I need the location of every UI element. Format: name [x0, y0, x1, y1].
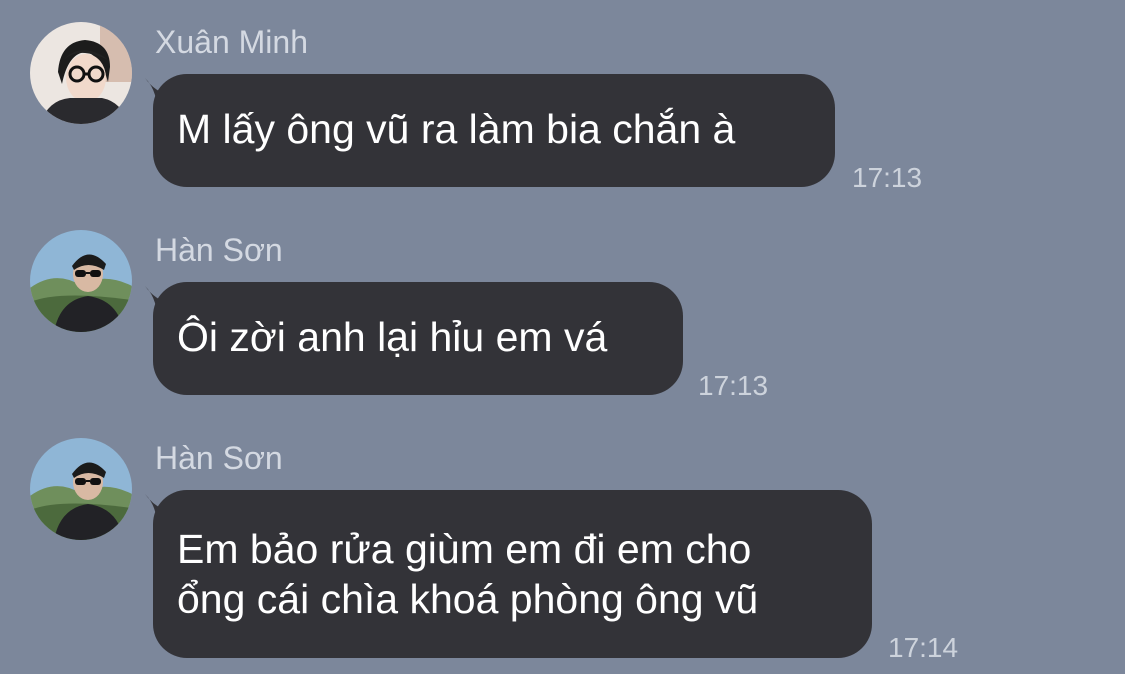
sender-name: Hàn Sơn — [155, 440, 283, 476]
avatar-image — [30, 438, 132, 540]
message-timestamp: 17:13 — [852, 162, 923, 193]
message-text-line: Ôi zời anh lại hỉu em vá — [177, 314, 608, 360]
user-avatar-icon[interactable] — [30, 230, 132, 332]
user-avatar-icon[interactable] — [30, 22, 132, 124]
message-text-line: Em bảo rửa giùm em đi em cho — [177, 526, 752, 572]
avatar-image — [30, 230, 132, 332]
message-timestamp: 17:13 — [698, 370, 769, 401]
message-item: Hàn Sơn Ôi zời anh lại hỉu em vá 17:13 — [0, 230, 1125, 401]
sender-name: Hàn Sơn — [155, 232, 283, 268]
message-item: Xuân Minh M lấy ông vũ ra làm bia chắn à… — [0, 22, 1125, 193]
sender-name: Xuân Minh — [155, 24, 308, 60]
message-bubble[interactable]: Ôi zời anh lại hỉu em vá — [153, 282, 683, 395]
message-bubble[interactable]: Em bảo rửa giùm em đi em cho ổng cái chì… — [153, 490, 872, 658]
message-bubble[interactable]: M lấy ông vũ ra làm bia chắn à — [153, 74, 835, 187]
message-text-line: M lấy ông vũ ra làm bia chắn à — [177, 106, 736, 152]
avatar-image — [30, 22, 132, 124]
user-avatar-icon[interactable] — [30, 438, 132, 540]
message-timestamp: 17:14 — [888, 632, 959, 663]
message-item: Hàn Sơn Em bảo rửa giùm em đi em cho ổng… — [0, 438, 1125, 668]
message-text-line: ổng cái chìa khoá phòng ông vũ — [177, 576, 759, 622]
